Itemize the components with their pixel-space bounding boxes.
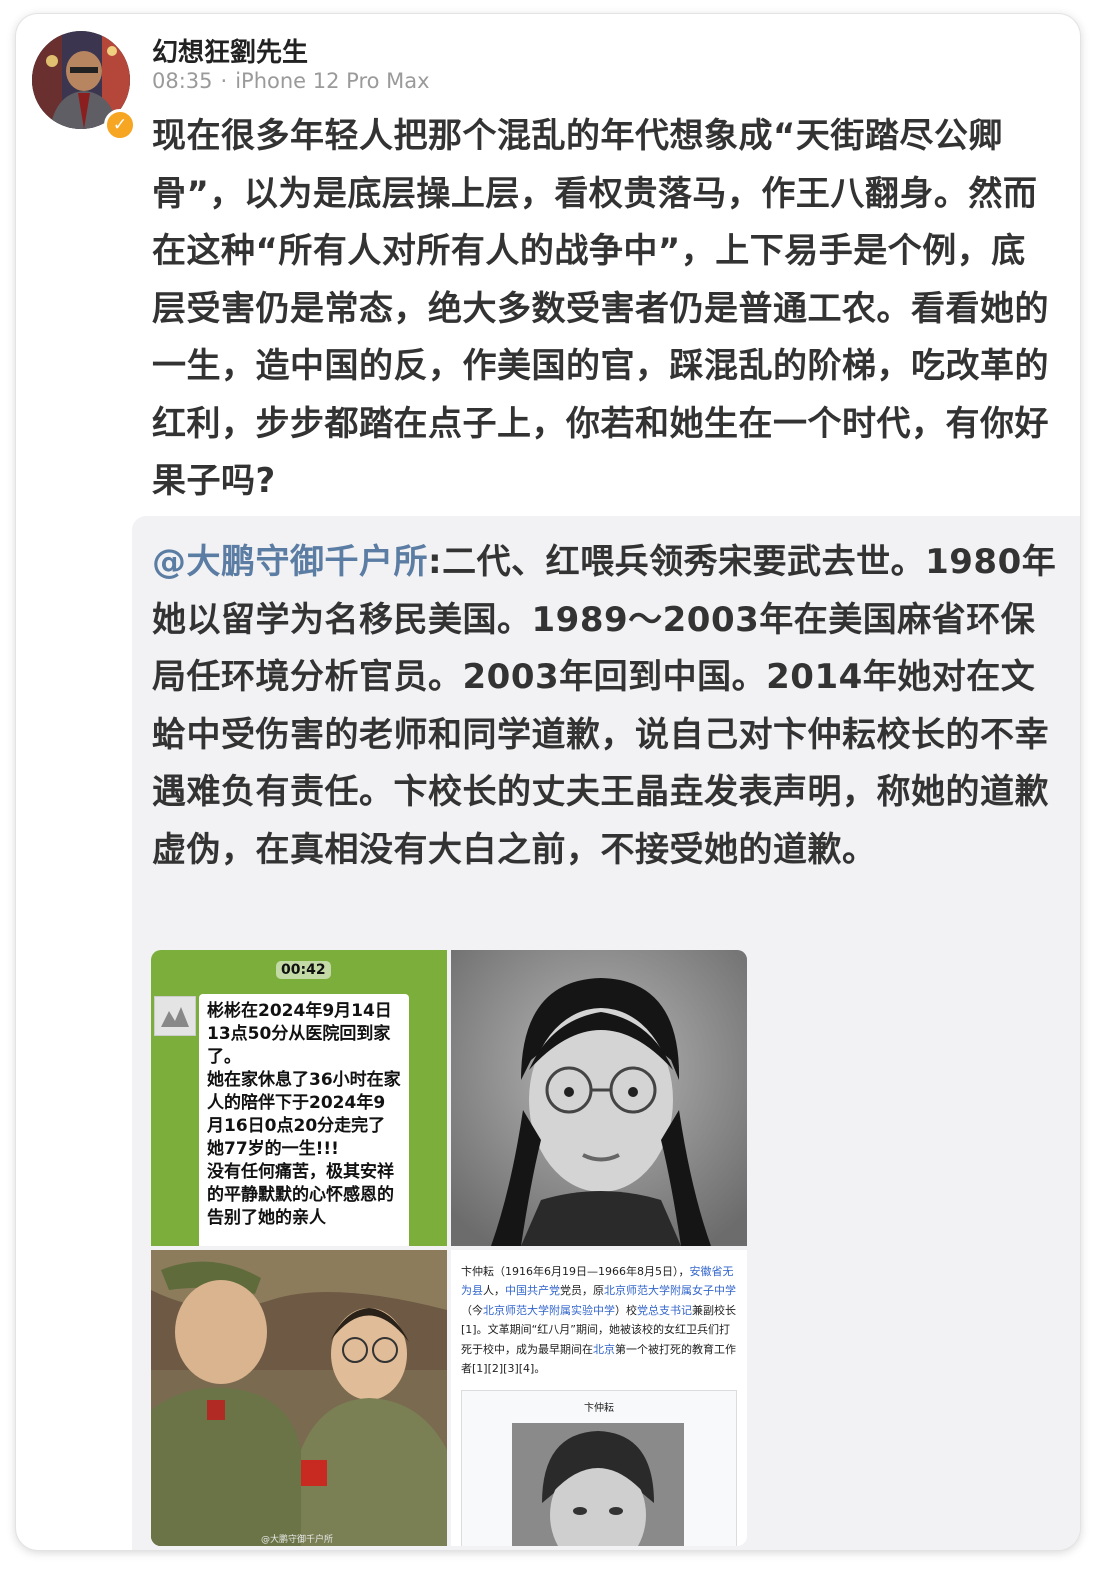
- wiki-text-part: ）校: [615, 1303, 637, 1317]
- portrait-image: [451, 950, 747, 1246]
- image-watermark: @大鹏守御千户所: [261, 1535, 334, 1545]
- username[interactable]: 幻想狂劉先生: [152, 32, 308, 69]
- chat-avatar-image: [155, 997, 195, 1035]
- wiki-infobox: 卞仲耘: [461, 1390, 737, 1546]
- image-portrait-photo[interactable]: [451, 950, 747, 1246]
- wiki-link-party: 中国共产党: [505, 1284, 560, 1298]
- image-historical-photo[interactable]: @大鹏守御千户所: [151, 1250, 447, 1546]
- wiki-link-secretary: 党总支书记: [637, 1303, 692, 1317]
- chat-timestamp: 00:42: [276, 961, 331, 979]
- meta-separator: ·: [220, 69, 228, 93]
- post-body: 现在很多年轻人把那个混乱的年代想象成“天街踏尽公卿骨”，以为是底层操上层，看权贵…: [152, 116, 1049, 501]
- historical-image: [151, 1250, 447, 1546]
- wiki-dates: （1916年6月19日—1966年8月5日），: [494, 1265, 690, 1278]
- wiki-infobox-caption: 卞仲耘: [584, 1403, 614, 1414]
- mention-link[interactable]: @大鹏守御千户所: [152, 542, 428, 582]
- post-time: 08:35: [152, 69, 213, 93]
- wiki-text-part: 党员，原: [560, 1284, 604, 1298]
- image-chat-screenshot[interactable]: 00:42 彬彬在2024年9月14日13点50分从医院回到家了。 她在家休息了…: [151, 950, 447, 1246]
- repost-body: @大鹏守御千户所:二代、红喂兵领秀宋要武去世。1980年她以留学为名移民美国。1…: [152, 534, 1062, 879]
- weibo-post-card: ✓ 幻想狂劉先生 08:35 · iPhone 12 Pro Max 现在很多年轻人…: [16, 14, 1080, 1550]
- reposted-content[interactable]: @大鹏守御千户所:二代、红喂兵领秀宋要武去世。1980年她以留学为名移民美国。1…: [132, 516, 1080, 1550]
- wiki-link-school-now: 北京师范大学附属实验中学: [483, 1303, 615, 1317]
- wiki-text: 卞仲耘（1916年6月19日—1966年8月5日），安徽省无为县人，中国共产党党…: [461, 1262, 739, 1378]
- repost-text: :二代、红喂兵领秀宋要武去世。1980年她以留学为名移民美国。1989～2003…: [152, 542, 1057, 870]
- chat-message: 彬彬在2024年9月14日13点50分从医院回到家了。 她在家休息了36小时在家…: [207, 1001, 401, 1228]
- wiki-text-part: （今: [461, 1303, 483, 1317]
- verified-badge-icon: ✓: [104, 109, 136, 141]
- wiki-text-part: 人，: [483, 1284, 505, 1298]
- wiki-name: 卞仲耘: [461, 1265, 494, 1278]
- chat-avatar: [154, 996, 196, 1036]
- wiki-infobox-photo: [512, 1423, 684, 1546]
- post-meta: 08:35 · iPhone 12 Pro Max: [152, 69, 430, 93]
- wiki-link-school: 北京师范大学附属女子中学: [604, 1284, 736, 1298]
- post-device: iPhone 12 Pro Max: [235, 69, 430, 93]
- wiki-photo-image: [512, 1423, 684, 1546]
- wiki-link-beijing: 北京: [593, 1342, 615, 1356]
- image-wiki-screenshot[interactable]: 卞仲耘（1916年6月19日—1966年8月5日），安徽省无为县人，中国共产党党…: [451, 1250, 747, 1546]
- chat-bubble: 彬彬在2024年9月14日13点50分从医院回到家了。 她在家休息了36小时在家…: [199, 994, 409, 1246]
